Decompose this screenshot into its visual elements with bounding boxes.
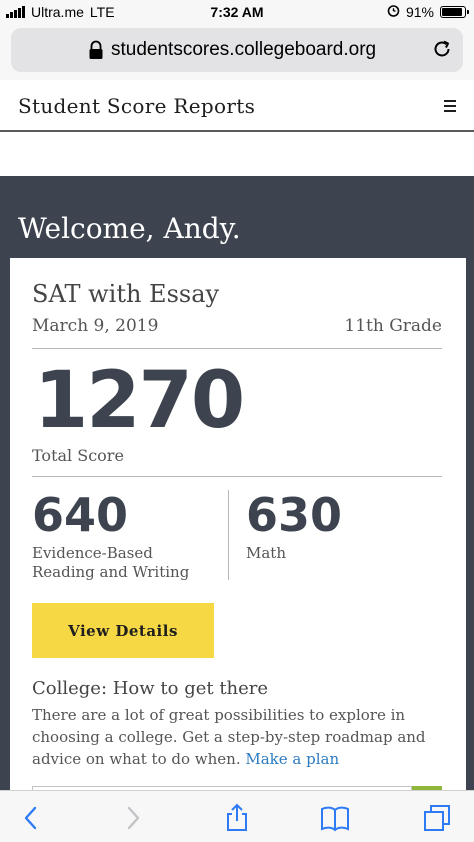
math-score: 630 — [246, 488, 343, 542]
test-date: March 9, 2019 — [32, 316, 159, 336]
battery-fill — [442, 8, 463, 16]
math-label: Math — [246, 544, 286, 562]
share-icon[interactable] — [222, 803, 252, 833]
college-body-text: There are a lot of great possibilities t… — [32, 706, 426, 768]
divider — [32, 348, 442, 349]
status-bar: Ultra.me LTE 7:32 AM 91% — [0, 0, 474, 24]
site-header: Student Score Reports — [0, 80, 474, 132]
college-body: There are a lot of great possibilities t… — [32, 704, 446, 770]
ebrw-label: Evidence-Based Reading and Writing — [32, 544, 232, 582]
status-right: 91% — [387, 4, 469, 20]
test-grade: 11th Grade — [344, 316, 442, 336]
hamburger-menu-icon[interactable] — [444, 100, 456, 113]
browser-toolbar — [0, 790, 474, 842]
divider — [32, 476, 442, 477]
ebrw-score: 640 — [32, 488, 129, 542]
back-icon[interactable] — [16, 803, 46, 833]
battery-icon — [440, 6, 469, 18]
reload-icon[interactable] — [431, 38, 453, 60]
bookmarks-icon[interactable] — [320, 803, 350, 833]
section-divider — [228, 490, 229, 580]
forward-icon[interactable] — [118, 803, 148, 833]
welcome-heading: Welcome, Andy. — [18, 212, 241, 245]
college-heading: College: How to get there — [32, 678, 269, 699]
alarm-icon — [387, 4, 400, 20]
browser-address-area: studentscores.collegeboard.org — [0, 24, 474, 80]
score-card: SAT with Essay March 9, 2019 11th Grade … — [10, 258, 466, 842]
battery-percent: 91% — [405, 4, 434, 20]
test-name: SAT with Essay — [32, 280, 220, 308]
address-bar[interactable]: studentscores.collegeboard.org — [11, 28, 463, 72]
lock-icon — [87, 40, 105, 60]
total-score-label: Total Score — [32, 446, 124, 465]
total-score: 1270 — [34, 356, 245, 446]
view-details-button[interactable]: View Details — [32, 603, 214, 658]
ebrw-label-line1: Evidence-Based — [32, 544, 153, 562]
url-text: studentscores.collegeboard.org — [111, 39, 377, 60]
tabs-icon[interactable] — [422, 803, 452, 833]
make-a-plan-link[interactable]: Make a plan — [245, 750, 339, 768]
ebrw-label-line2: Reading and Writing — [32, 563, 190, 581]
site-title[interactable]: Student Score Reports — [18, 94, 255, 118]
